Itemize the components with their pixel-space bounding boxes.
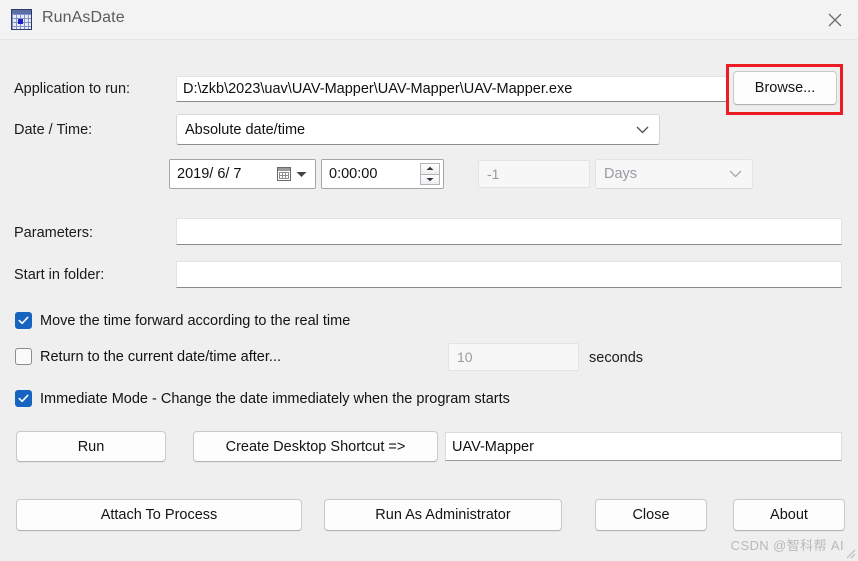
create-desktop-shortcut-button[interactable]: Create Desktop Shortcut => bbox=[193, 431, 438, 462]
window-title: RunAsDate bbox=[42, 9, 125, 26]
application-to-run-label: Application to run: bbox=[14, 81, 131, 97]
spinner-down-icon[interactable] bbox=[420, 174, 440, 185]
parameters-input[interactable] bbox=[176, 218, 842, 245]
chevron-down-icon[interactable] bbox=[296, 166, 307, 182]
return-to-current-label: Return to the current date/time after... bbox=[40, 348, 281, 365]
return-to-current-checkbox[interactable]: Return to the current date/time after... bbox=[15, 348, 281, 365]
calendar-icon[interactable] bbox=[277, 167, 291, 181]
chevron-down-icon bbox=[729, 166, 742, 182]
chevron-down-icon bbox=[636, 122, 649, 138]
absolute-date-input[interactable]: 2019/ 6/ 7 bbox=[169, 159, 316, 189]
checkbox-checked-icon[interactable] bbox=[15, 390, 32, 407]
return-seconds-input: 10 bbox=[448, 343, 579, 371]
absolute-time-value: 0:00:00 bbox=[329, 166, 378, 182]
start-in-folder-label: Start in folder: bbox=[14, 267, 105, 283]
calendar-grid-icon bbox=[11, 9, 32, 30]
offset-unit-value: Days bbox=[604, 166, 638, 182]
about-button[interactable]: About bbox=[733, 499, 845, 531]
parameters-label: Parameters: bbox=[14, 225, 93, 241]
datetime-mode-select[interactable]: Absolute date/time bbox=[176, 114, 660, 145]
close-icon[interactable] bbox=[812, 0, 858, 40]
offset-amount-input: -1 bbox=[478, 160, 590, 188]
immediate-mode-checkbox[interactable]: Immediate Mode - Change the date immedia… bbox=[15, 390, 510, 407]
shortcut-name-input[interactable]: UAV-Mapper bbox=[445, 432, 842, 461]
run-as-administrator-button[interactable]: Run As Administrator bbox=[324, 499, 562, 531]
close-button[interactable]: Close bbox=[595, 499, 707, 531]
move-time-forward-checkbox[interactable]: Move the time forward according to the r… bbox=[15, 312, 350, 329]
checkbox-checked-icon[interactable] bbox=[15, 312, 32, 329]
date-time-label: Date / Time: bbox=[14, 122, 93, 138]
spinner-up-icon[interactable] bbox=[420, 163, 440, 175]
title-bar: RunAsDate bbox=[0, 0, 858, 40]
attach-to-process-button[interactable]: Attach To Process bbox=[16, 499, 302, 531]
datetime-mode-value: Absolute date/time bbox=[185, 121, 306, 138]
resize-grip-icon[interactable] bbox=[842, 545, 856, 559]
run-button[interactable]: Run bbox=[16, 431, 166, 462]
offset-unit-select: Days bbox=[595, 159, 753, 189]
absolute-time-input[interactable]: 0:00:00 bbox=[321, 159, 444, 189]
browse-button[interactable]: Browse... bbox=[733, 71, 837, 105]
move-time-forward-label: Move the time forward according to the r… bbox=[40, 312, 351, 329]
time-spinner[interactable] bbox=[420, 163, 440, 185]
runasdate-window: RunAsDate Application to run: D:\zkb\202… bbox=[0, 0, 858, 561]
watermark-text: CSDN @智科帮 AI bbox=[730, 538, 844, 553]
start-in-folder-input[interactable] bbox=[176, 261, 842, 288]
checkbox-unchecked-icon[interactable] bbox=[15, 348, 32, 365]
absolute-date-value: 2019/ 6/ 7 bbox=[177, 166, 242, 182]
seconds-label: seconds bbox=[589, 350, 644, 366]
immediate-mode-label: Immediate Mode - Change the date immedia… bbox=[40, 390, 510, 407]
application-path-input[interactable]: D:\zkb\2023\uav\UAV-Mapper\UAV-Mapper\UA… bbox=[176, 76, 727, 102]
